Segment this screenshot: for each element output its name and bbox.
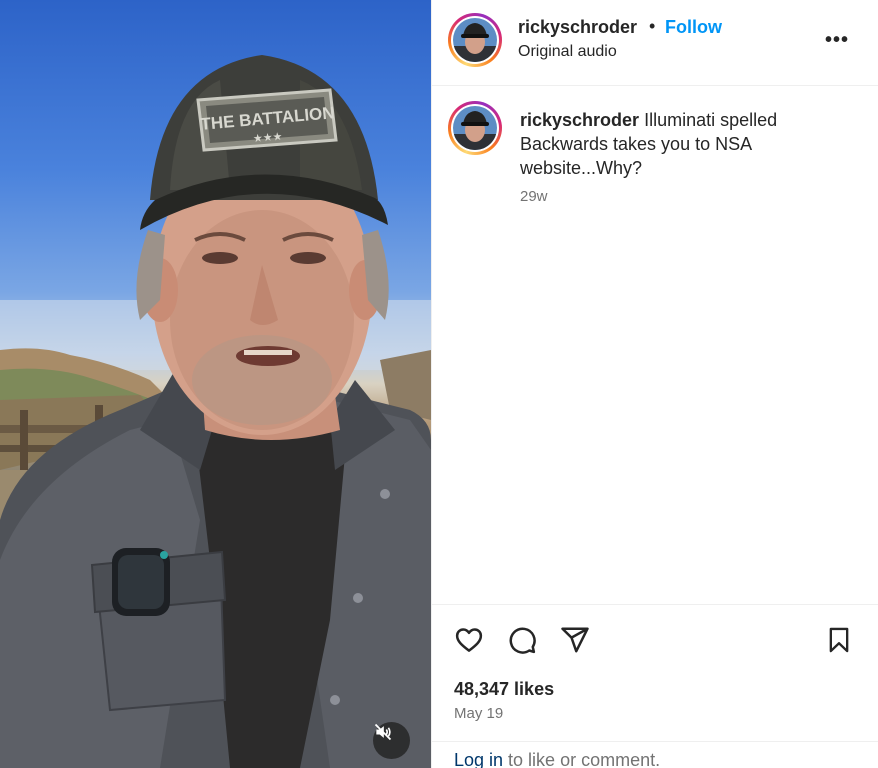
caption-text: rickyschroder Illuminati spelled Backwar… <box>520 108 860 180</box>
svg-text:★★★: ★★★ <box>252 130 283 146</box>
caption-username[interactable]: rickyschroder <box>520 110 639 130</box>
follow-button[interactable]: Follow <box>665 17 722 38</box>
save-button[interactable] <box>822 623 856 657</box>
like-button[interactable] <box>452 623 486 657</box>
caption-avatar[interactable] <box>448 101 502 155</box>
post-side-panel: rickyschroder • Follow Original audio ••… <box>431 0 878 768</box>
video-frame-illustration: THE BATTALION ★★★ <box>0 55 431 768</box>
post-author-username[interactable]: rickyschroder <box>518 17 637 38</box>
likes-count[interactable]: 48,347 likes <box>454 679 554 700</box>
paper-plane-icon <box>561 627 589 653</box>
login-prompt: Log in to like or comment. <box>432 741 878 768</box>
speaker-muted-icon <box>374 723 392 741</box>
more-options-icon[interactable]: ••• <box>822 28 852 52</box>
login-link[interactable]: Log in <box>454 750 503 768</box>
post-video[interactable]: THE BATTALION ★★★ <box>0 0 431 768</box>
post-actions: 48,347 likes May 19 <box>432 604 878 741</box>
comment-button[interactable] <box>505 623 539 657</box>
post-header: rickyschroder • Follow Original audio ••… <box>432 0 878 86</box>
share-button[interactable] <box>558 623 592 657</box>
bookmark-icon <box>829 627 849 653</box>
mute-toggle-button[interactable] <box>373 722 410 759</box>
separator-dot: • <box>649 16 656 36</box>
post-date[interactable]: May 19 <box>454 705 503 722</box>
avatar[interactable] <box>448 13 502 67</box>
comment-icon <box>509 627 536 654</box>
login-text: Log in to like or comment. <box>454 750 660 768</box>
login-suffix: to like or comment. <box>503 750 661 768</box>
caption-timestamp[interactable]: 29w <box>520 188 548 205</box>
profile-photo <box>453 18 497 62</box>
heart-icon <box>455 628 483 652</box>
audio-label[interactable]: Original audio <box>518 43 617 61</box>
profile-photo <box>453 106 497 150</box>
